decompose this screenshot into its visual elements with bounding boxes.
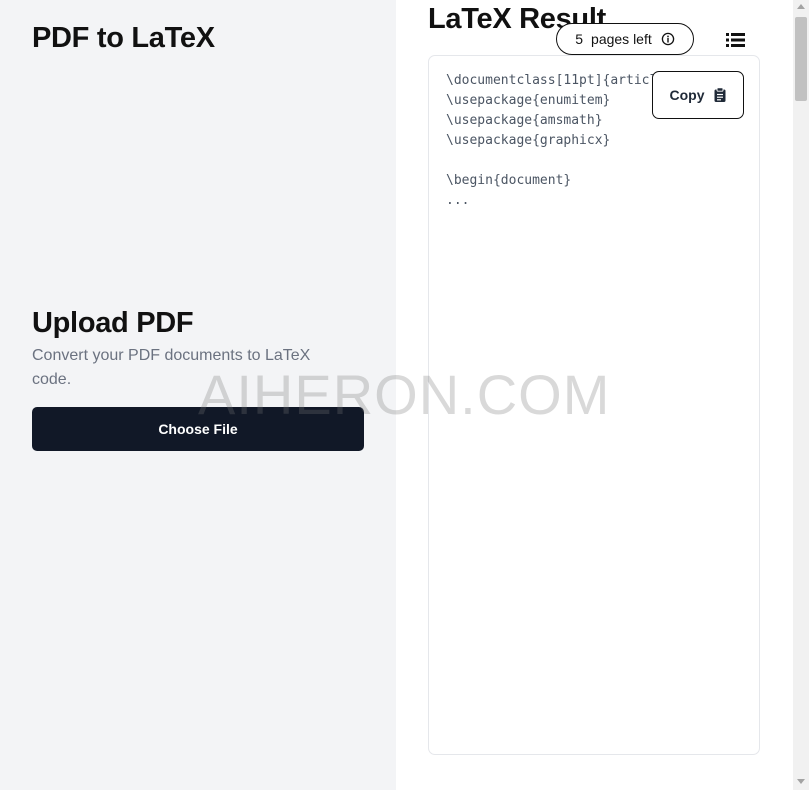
copy-button[interactable]: Copy [652, 71, 744, 119]
pages-left-count: 5 [575, 31, 584, 47]
pages-left-label: pages left [591, 31, 652, 47]
latex-code: \documentclass[11pt]{article} \usepackag… [446, 73, 673, 208]
upload-panel [0, 0, 396, 790]
scroll-thumb[interactable] [795, 17, 807, 101]
scroll-up-icon[interactable] [797, 4, 805, 9]
upload-description: Convert your PDF documents to LaTeX code… [32, 347, 311, 388]
copy-button-label: Copy [669, 87, 705, 103]
app-title: PDF to LaTeX [32, 22, 215, 54]
clipboard-icon [714, 87, 725, 102]
upload-heading: Upload PDF [32, 307, 194, 339]
list-icon [726, 33, 745, 47]
pages-left-badge[interactable]: 5 pages left [556, 23, 694, 55]
choose-file-button[interactable]: Choose File [32, 407, 364, 451]
page-scrollbar[interactable] [793, 0, 809, 790]
info-circle-icon [661, 32, 674, 46]
scroll-down-icon[interactable] [797, 779, 805, 784]
menu-button[interactable] [722, 28, 750, 52]
